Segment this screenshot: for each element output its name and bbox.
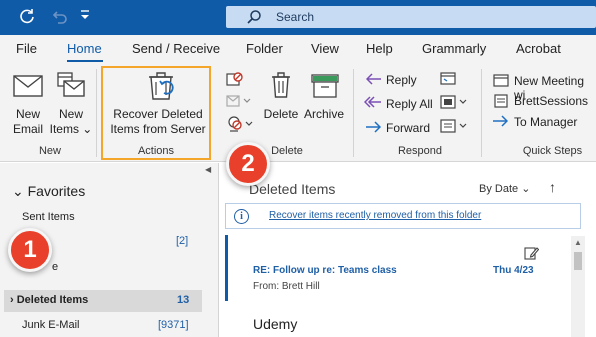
message-date: Thu 4/23 bbox=[493, 265, 534, 276]
message-list: Deleted Items By Date ⌄ ↑ i Recover item… bbox=[219, 163, 596, 337]
search-box[interactable]: Search bbox=[226, 6, 596, 28]
envelope-icon bbox=[13, 75, 43, 97]
ribbon-separator bbox=[96, 69, 97, 157]
sync-icon[interactable] bbox=[18, 7, 36, 31]
undo-icon[interactable] bbox=[50, 7, 68, 31]
group-label-new: New bbox=[38, 145, 61, 157]
message-list-scrollbar[interactable]: ▲ bbox=[571, 236, 585, 337]
reply-label: Reply bbox=[386, 73, 417, 87]
folder-junk-email[interactable]: Junk E-Mail bbox=[22, 319, 79, 331]
info-icon: i bbox=[234, 209, 249, 224]
tab-view[interactable]: View bbox=[311, 41, 339, 56]
callout-badge-two: 2 bbox=[226, 142, 270, 186]
search-icon bbox=[247, 10, 261, 24]
meeting-icon[interactable] bbox=[440, 71, 456, 85]
cleanup-icon[interactable] bbox=[226, 94, 252, 108]
tab-acrobat[interactable]: Acrobat bbox=[516, 41, 561, 56]
new-email-label-line2: Email bbox=[12, 122, 43, 136]
menu-tabs: File Home Send / Receive Folder View Hel… bbox=[0, 35, 596, 63]
folder-count: [2] bbox=[176, 235, 189, 247]
folder-count: [9371] bbox=[158, 319, 189, 331]
recover-highlight-box bbox=[101, 66, 211, 160]
active-tab-indicator bbox=[67, 60, 103, 62]
next-message-sender[interactable]: Udemy bbox=[253, 316, 297, 332]
tab-send-receive[interactable]: Send / Receive bbox=[132, 41, 220, 56]
recover-info-bar: i Recover items recently removed from th… bbox=[225, 203, 581, 229]
junk-icon[interactable] bbox=[226, 115, 256, 133]
folder-sent-items[interactable]: Sent Items bbox=[22, 211, 75, 223]
customize-quick-access-icon[interactable] bbox=[80, 9, 90, 29]
folder-move-icon bbox=[494, 94, 508, 108]
calendar-icon bbox=[493, 74, 509, 87]
tab-folder[interactable]: Folder bbox=[246, 41, 283, 56]
folder-count: 13 bbox=[177, 294, 190, 306]
collapse-pane-icon[interactable]: ◀ bbox=[205, 165, 211, 174]
new-items-icon bbox=[57, 72, 85, 97]
folder-deleted-items[interactable]: › Deleted Items bbox=[10, 294, 88, 306]
group-label-delete: Delete bbox=[271, 145, 303, 157]
message-from: From: Brett Hill bbox=[253, 281, 320, 292]
scroll-thumb[interactable] bbox=[574, 252, 582, 270]
ribbon-separator bbox=[481, 69, 482, 157]
reply-icon bbox=[366, 73, 381, 85]
search-placeholder: Search bbox=[276, 10, 315, 24]
more-respond-icon[interactable] bbox=[440, 119, 470, 133]
tab-file[interactable]: File bbox=[16, 41, 37, 56]
reply-all-icon bbox=[364, 96, 381, 108]
group-label-respond: Respond bbox=[397, 145, 443, 157]
title-bar: Search bbox=[0, 0, 596, 35]
tab-home[interactable]: Home bbox=[67, 41, 102, 56]
sort-dropdown[interactable]: By Date ⌄ bbox=[479, 182, 530, 195]
forward-label: Forward bbox=[386, 121, 431, 135]
group-label-quick-steps: Quick Steps bbox=[522, 145, 583, 157]
draft-edit-icon bbox=[524, 247, 539, 260]
reply-all-label: Reply All bbox=[386, 97, 433, 111]
tab-help[interactable]: Help bbox=[366, 41, 393, 56]
message-subject: RE: Follow up re: Teams class bbox=[253, 265, 397, 276]
folder-partial-label[interactable]: e bbox=[52, 261, 58, 273]
archive-icon bbox=[311, 74, 339, 98]
tab-grammarly[interactable]: Grammarly bbox=[422, 41, 486, 56]
favorites-header[interactable]: ⌄ Favorites bbox=[12, 183, 85, 200]
new-items-label-line1: New bbox=[58, 107, 83, 121]
callout-badge-one: 1 bbox=[8, 228, 52, 272]
new-email-label-line1: New bbox=[15, 107, 40, 121]
forward-arrow-icon bbox=[493, 115, 508, 127]
trash-icon bbox=[272, 72, 290, 98]
selection-accent bbox=[225, 235, 228, 301]
forward-icon bbox=[366, 121, 381, 133]
ribbon-separator bbox=[353, 69, 354, 157]
ribbon: New Email New Items ⌄ New Recover Delete… bbox=[0, 63, 596, 162]
archive-label: Archive bbox=[303, 107, 344, 121]
new-items-label-line2: Items ⌄ bbox=[49, 122, 93, 136]
delete-label: Delete bbox=[263, 107, 299, 121]
sort-direction-icon[interactable]: ↑ bbox=[549, 179, 556, 195]
teams-icon[interactable] bbox=[440, 95, 470, 109]
scroll-up-icon[interactable]: ▲ bbox=[571, 238, 585, 247]
message-item[interactable]: RE: Follow up re: Teams class Thu 4/23 F… bbox=[225, 235, 569, 301]
quick-step-label: To Manager bbox=[514, 115, 578, 129]
message-list-title: Deleted Items bbox=[249, 181, 336, 197]
ignore-icon[interactable] bbox=[226, 71, 244, 87]
recover-items-link[interactable]: Recover items recently removed from this… bbox=[269, 210, 481, 221]
quick-step-label: BrettSessions bbox=[514, 94, 589, 108]
